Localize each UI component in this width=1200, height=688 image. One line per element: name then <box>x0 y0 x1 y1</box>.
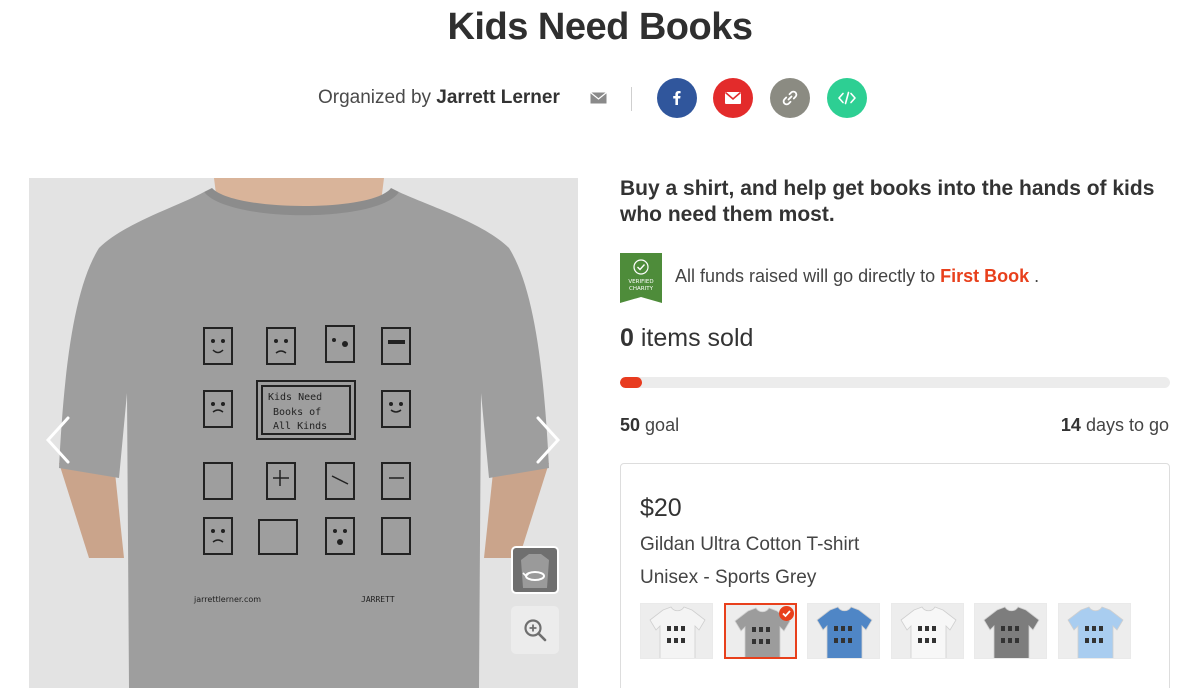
color-swatch[interactable] <box>723 603 797 659</box>
color-swatch[interactable] <box>807 603 880 659</box>
zoom-in-icon <box>524 619 547 642</box>
facebook-icon <box>673 91 681 105</box>
tshirt-swatch-icon <box>983 606 1040 658</box>
color-swatch[interactable] <box>1057 603 1131 659</box>
design-text-line-1: Kids Need <box>268 392 322 403</box>
email-icon <box>724 91 742 104</box>
organizer-text: Organized by Jarrett Lerner <box>318 87 560 109</box>
product-name: Gildan Ultra Cotton T-shirt <box>640 534 860 555</box>
campaign-headline: Buy a shirt, and help get books into the… <box>620 177 1155 226</box>
zoom-button[interactable] <box>511 606 559 654</box>
items-sold: 0 items sold <box>620 324 753 353</box>
share-embed-button[interactable] <box>827 78 867 118</box>
contact-organizer-mail-icon[interactable] <box>590 92 607 104</box>
product-price: $20 <box>640 494 682 522</box>
link-icon <box>782 90 798 106</box>
days-label: days to go <box>1085 415 1169 435</box>
days-count: 14 <box>1060 415 1081 435</box>
tshirt-swatch-icon <box>1066 606 1124 658</box>
previous-image-arrow-icon[interactable] <box>40 410 76 470</box>
verified-badge-line2: CHARITY <box>629 286 654 292</box>
color-swatch[interactable] <box>890 603 964 659</box>
tshirt-illustration: Kids Need Books of All Kinds jarrettlern… <box>29 178 578 688</box>
design-site-text: jarrettlerner.com <box>193 595 261 604</box>
selected-check-icon <box>778 606 794 621</box>
share-link-button[interactable] <box>770 78 810 118</box>
goal-label: goal <box>645 415 680 435</box>
items-sold-label: items sold <box>640 324 754 352</box>
next-image-arrow-icon[interactable] <box>530 410 566 470</box>
tshirt-swatch-icon <box>899 606 957 658</box>
verified-badge-line1: VERIFIED <box>628 279 653 285</box>
items-sold-count: 0 <box>620 324 634 352</box>
tshirt-swatch-icon <box>649 606 706 658</box>
share-facebook-button[interactable] <box>657 78 697 118</box>
design-text-line-2: Books of <box>273 407 321 418</box>
divider <box>631 87 632 111</box>
sales-progress-fill <box>620 377 642 388</box>
goal: 50 goal <box>620 415 679 436</box>
organizer-prefix: Organized by <box>318 87 432 108</box>
color-swatch[interactable] <box>640 603 713 659</box>
product-card: $20 Gildan Ultra Cotton T-shirt Unisex -… <box>620 463 1170 688</box>
verified-charity-badge-icon: VERIFIED CHARITY <box>620 253 662 303</box>
product-image: Kids Need Books of All Kinds jarrettlern… <box>29 178 578 688</box>
funds-suffix: . <box>1034 266 1040 286</box>
design-signature: JARRETT <box>361 595 395 604</box>
tshirt-swatch-icon <box>816 606 873 658</box>
share-email-button[interactable] <box>713 78 753 118</box>
color-swatch[interactable] <box>974 603 1047 659</box>
charity-link[interactable]: First Book <box>940 266 1029 286</box>
funds-text: All funds raised will go directly to <box>675 266 936 286</box>
organizer-name[interactable]: Jarrett Lerner <box>436 87 560 108</box>
goal-count: 50 <box>620 415 641 435</box>
design-text-line-3: All Kinds <box>273 421 327 432</box>
days-remaining: 14 days to go <box>1061 415 1169 436</box>
funds-statement: All funds raised will go directly to Fir… <box>675 266 1039 287</box>
back-view-thumbnail[interactable] <box>511 546 559 594</box>
page-title: Kids Need Books <box>447 6 753 48</box>
sales-progress-bar <box>620 377 1170 388</box>
embed-code-icon <box>838 91 856 105</box>
product-variant: Unisex - Sports Grey <box>640 567 817 588</box>
organizer-row: Organized by Jarrett Lerner <box>0 78 1200 120</box>
rotate-view-icon <box>521 554 549 588</box>
